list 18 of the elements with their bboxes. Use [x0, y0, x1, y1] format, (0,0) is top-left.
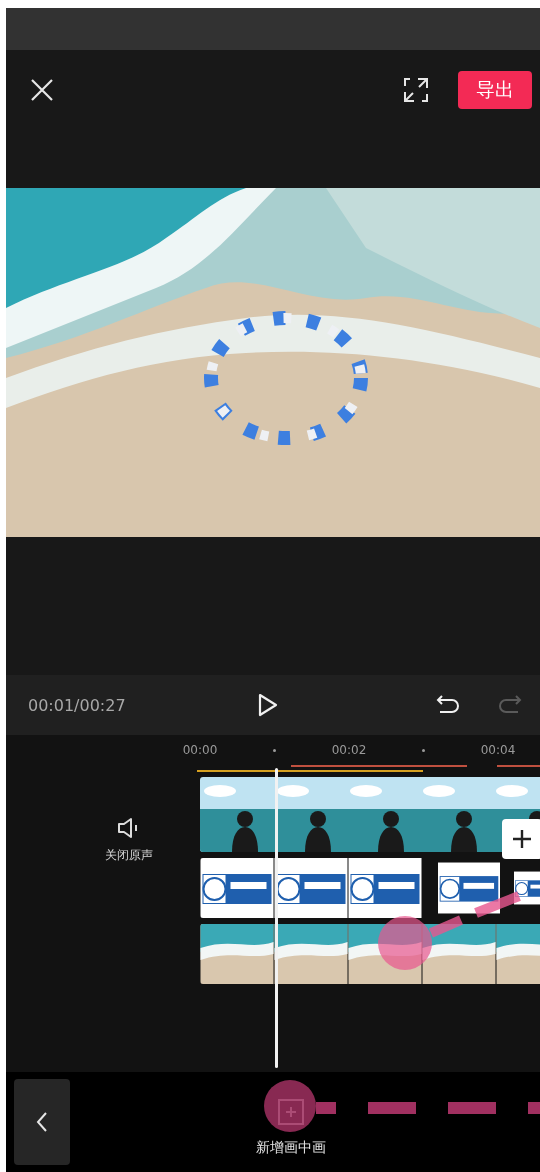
touch-point	[378, 916, 432, 970]
touch-point	[264, 1080, 316, 1132]
undo-icon[interactable]	[436, 694, 460, 716]
play-icon[interactable]	[258, 693, 278, 717]
ruler-tick: 00:00	[181, 743, 219, 757]
chevron-left-icon	[36, 1111, 48, 1133]
playback-time: 00:01/00:27	[28, 695, 127, 715]
mute-original-audio-button[interactable]: 关闭原声	[105, 817, 153, 864]
close-icon[interactable]	[30, 78, 54, 102]
add-clip-button[interactable]	[502, 819, 540, 859]
audio-marker-line	[497, 765, 540, 767]
ruler-tick: 00:02	[330, 743, 368, 757]
tick-dot	[422, 748, 425, 752]
tick-dot	[273, 748, 276, 752]
ruler-tick: 00:04	[479, 743, 517, 757]
plus-icon	[512, 829, 532, 849]
fullscreen-icon[interactable]	[404, 78, 428, 102]
export-button[interactable]: 导出	[458, 71, 532, 109]
